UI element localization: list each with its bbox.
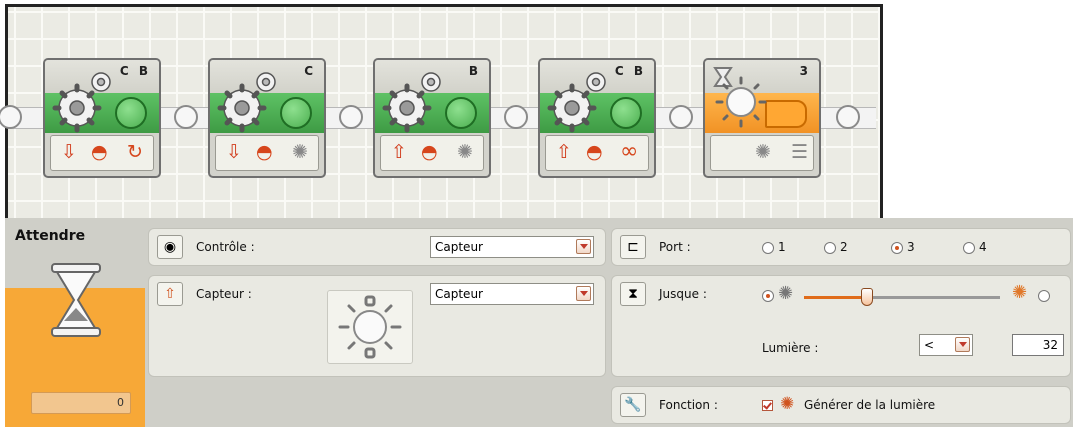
- block-port-label: C B: [119, 64, 151, 78]
- unlimited-icon: ∞: [620, 139, 639, 164]
- coast-icon: ✺: [292, 141, 308, 163]
- control-select[interactable]: Capteur: [430, 236, 594, 258]
- plug-icon: ⊏: [620, 235, 646, 259]
- rotation-icon: ↻: [127, 141, 143, 163]
- block-port-label: C: [304, 64, 316, 78]
- port-label: Port :: [659, 240, 691, 254]
- sequence-ring: [504, 105, 528, 129]
- speed-dial-icon: ◓: [91, 141, 108, 163]
- light-sensor-icon: [713, 67, 767, 128]
- light-slider-knob[interactable]: [860, 288, 873, 306]
- generate-light-icon: ✺: [780, 394, 795, 414]
- sequence-ring: [339, 105, 363, 129]
- program-canvas[interactable]: C B ⇩ ◓ ↻ C ⇩ ◓ ✺ B ⇧ ◓ ✺ C B ⇧ ◓ ∞ 3 ✺ …: [0, 4, 883, 223]
- block-summary: Attendre 0: [5, 218, 145, 427]
- sequence-ring: [836, 105, 860, 129]
- control-section: ◉ Contrôle : Capteur: [148, 228, 606, 266]
- speed-dial-icon: ◓: [586, 141, 603, 163]
- function-label: Fonction :: [659, 398, 718, 412]
- port-radio-4-label: 4: [979, 240, 987, 254]
- port-radio-2[interactable]: [824, 242, 836, 254]
- port-radio-1[interactable]: [762, 242, 774, 254]
- chevron-down-icon[interactable]: [955, 337, 970, 352]
- motor-block-3[interactable]: B ⇧ ◓ ✺: [373, 58, 491, 178]
- chevron-down-icon[interactable]: [576, 239, 591, 254]
- hourglass-small-icon: ⧗: [620, 282, 646, 306]
- direction-up-icon: ⇧: [391, 141, 407, 163]
- generate-light-checkbox[interactable]: [762, 400, 773, 411]
- direction-up-icon: ⇧: [556, 141, 572, 163]
- motor-block-2[interactable]: C ⇩ ◓ ✺: [208, 58, 326, 178]
- sequence-ring: [174, 105, 198, 129]
- direction-down-icon: ⇩: [61, 141, 77, 163]
- until-radio-bright[interactable]: [1038, 290, 1050, 302]
- control-label: Contrôle :: [196, 240, 255, 254]
- until-section: ⧗ Jusque : ✺ ✺ Lumière : < 32: [611, 275, 1071, 377]
- eye-icon: ◉: [157, 235, 183, 259]
- generate-light-label: Générer de la lumière: [804, 398, 936, 412]
- sensor-port-icon: ⇧: [157, 282, 183, 306]
- counter-field: 0: [31, 392, 131, 414]
- light-sensor-icon: [338, 295, 402, 359]
- block-port-label: C B: [614, 64, 646, 78]
- port-radio-2-label: 2: [840, 240, 848, 254]
- speed-dial-icon: ◓: [421, 141, 438, 163]
- hourglass-icon: [51, 263, 101, 337]
- light-value-input[interactable]: 32: [1012, 334, 1064, 356]
- light-slider-fill: [804, 296, 867, 299]
- control-select-value: Capteur: [435, 240, 483, 254]
- until-radio-dark[interactable]: [762, 290, 774, 302]
- light-bright-icon: ✺: [1012, 282, 1028, 303]
- panel-title: Attendre: [15, 228, 86, 244]
- coast-icon: ✺: [457, 141, 473, 163]
- sensor-select[interactable]: Capteur: [430, 283, 594, 305]
- function-section: 🔧 Fonction : ✺ Générer de la lumière: [611, 386, 1071, 424]
- until-label: Jusque :: [659, 287, 707, 301]
- sensor-label: Capteur :: [196, 287, 252, 301]
- speed-dial-icon: ◓: [256, 141, 273, 163]
- port-radio-3-label: 3: [907, 240, 915, 254]
- light-dark-icon: ✺: [778, 283, 794, 304]
- block-port-label: 3: [799, 64, 811, 78]
- sequence-ring: [669, 105, 693, 129]
- gears-icon: [52, 72, 111, 133]
- sensor-preview: [327, 290, 413, 364]
- port-section: ⊏ Port : 1 2 3 4: [611, 228, 1071, 266]
- block-port-label: B: [468, 64, 481, 78]
- sensor-select-value: Capteur: [435, 287, 483, 301]
- gears-icon: [547, 72, 606, 133]
- gears-icon: [217, 72, 276, 133]
- operator-value: <: [924, 338, 935, 352]
- light-mode-icon: ☰: [791, 141, 809, 163]
- wrench-icon: 🔧: [620, 393, 646, 417]
- motor-block-4[interactable]: C B ⇧ ◓ ∞: [538, 58, 656, 178]
- motor-block-1[interactable]: C B ⇩ ◓ ↻: [43, 58, 161, 178]
- light-generate-icon: ✺: [755, 141, 771, 163]
- direction-down-icon: ⇩: [226, 141, 242, 163]
- light-label: Lumière :: [762, 341, 819, 355]
- port-radio-4[interactable]: [963, 242, 975, 254]
- port-radio-1-label: 1: [778, 240, 786, 254]
- operator-select[interactable]: <: [919, 334, 973, 356]
- gears-icon: [382, 72, 441, 133]
- port-radio-3[interactable]: [891, 242, 903, 254]
- wait-light-block[interactable]: 3 ✺ ☰: [703, 58, 821, 178]
- config-panel: Attendre 0 ◉ Contrôle : Capteur ⇧ Capteu…: [5, 218, 1073, 427]
- chevron-down-icon[interactable]: [576, 286, 591, 301]
